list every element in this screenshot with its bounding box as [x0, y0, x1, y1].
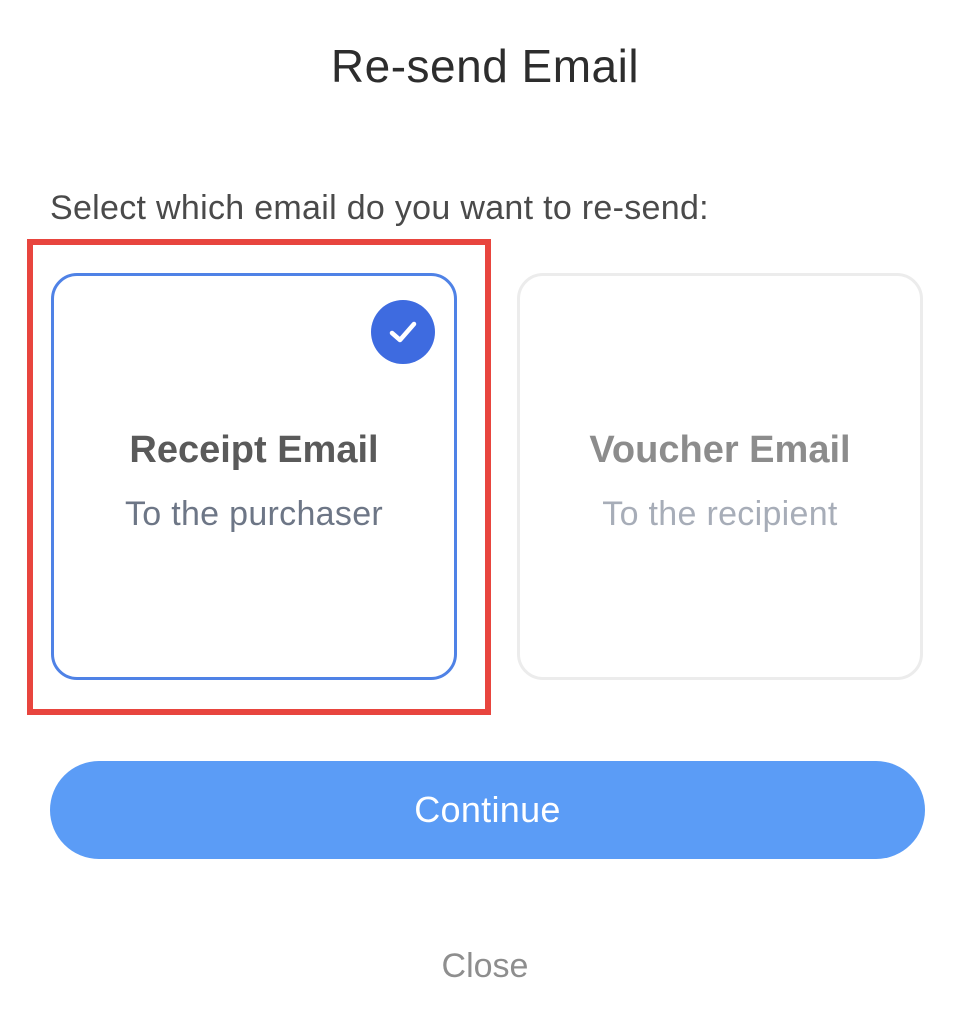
- check-icon: [371, 300, 435, 364]
- dialog-title: Re-send Email: [330, 40, 640, 92]
- selection-prompt: Select which email do you want to re-sen…: [50, 189, 709, 227]
- voucher-email-title: Voucher Email: [589, 429, 851, 471]
- close-button[interactable]: Close: [0, 944, 970, 988]
- voucher-email-subtitle: To the recipient: [602, 495, 838, 533]
- receipt-email-option[interactable]: Receipt Email To the purchaser: [51, 273, 457, 680]
- continue-button[interactable]: Continue: [50, 761, 925, 859]
- receipt-email-subtitle: To the purchaser: [124, 495, 384, 533]
- voucher-email-option[interactable]: Voucher Email To the recipient: [517, 273, 923, 680]
- receipt-email-title: Receipt Email: [129, 429, 379, 471]
